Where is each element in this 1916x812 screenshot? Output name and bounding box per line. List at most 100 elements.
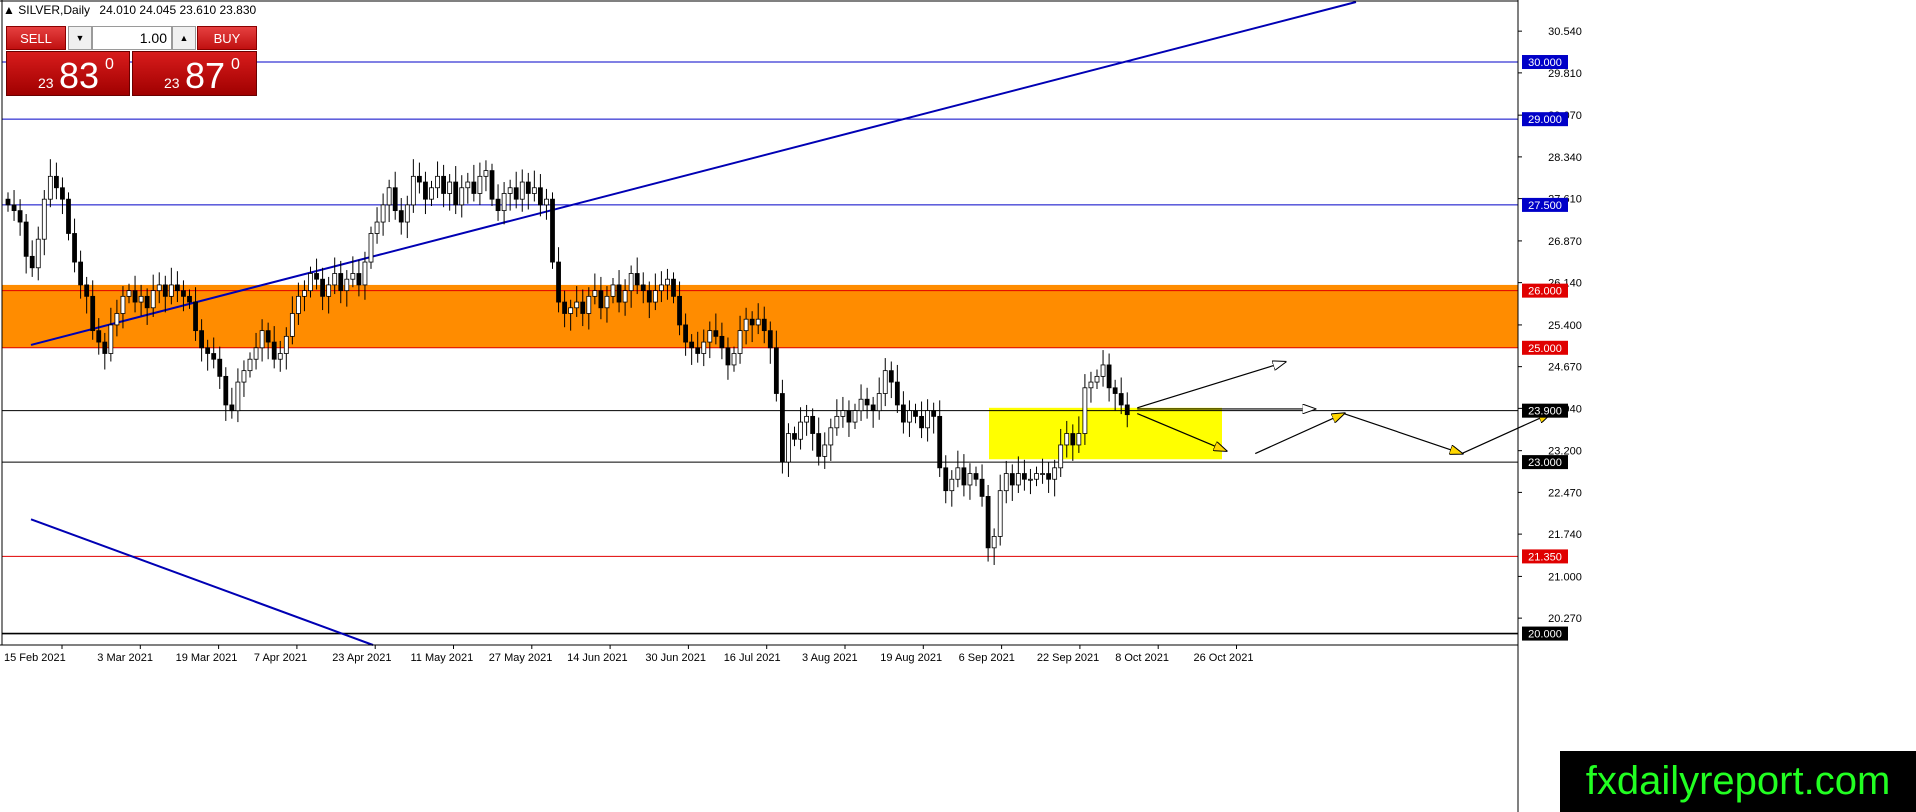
window-menu-icon[interactable]: ▲	[3, 3, 15, 17]
projection-arrow-6[interactable]	[1461, 414, 1551, 455]
bull-candle	[586, 295, 592, 314]
bull-candle	[1052, 467, 1058, 480]
bear-candle	[931, 410, 937, 417]
buy-price-display[interactable]: 23 87 0	[132, 51, 257, 96]
bull-candle	[701, 341, 707, 354]
bull-candle	[743, 318, 749, 332]
triangle-up-icon: ▲	[179, 33, 189, 43]
price-chart[interactable]: 30.54029.81029.07028.34027.61026.87026.1…	[0, 0, 1916, 812]
bull-candle	[477, 175, 483, 194]
bear-candle	[96, 330, 102, 343]
date-tick-label: 19 Mar 2021	[176, 652, 238, 664]
bull-candle	[1003, 473, 1009, 492]
bull-candle	[277, 353, 283, 360]
bear-candle	[780, 393, 785, 463]
level-label: 25.000	[1528, 343, 1562, 355]
bull-candle	[786, 433, 791, 463]
bear-candle	[525, 181, 531, 194]
projection-arrow-5[interactable]	[1343, 412, 1462, 454]
bear-candle	[761, 318, 767, 332]
price-tick-label: 28.340	[1548, 152, 1582, 164]
bear-candle	[54, 175, 59, 189]
sell-button[interactable]: SELL	[6, 26, 66, 50]
price-tick-label: 25.400	[1548, 320, 1582, 332]
bull-candle	[35, 238, 41, 269]
bull-candle	[259, 330, 265, 349]
date-tick-label: 22 Sep 2021	[1037, 652, 1099, 664]
bear-candle	[11, 204, 17, 212]
bull-candle	[350, 273, 356, 280]
consolidation-zone[interactable]	[989, 407, 1222, 460]
bear-candle	[598, 290, 604, 309]
date-tick-label: 3 Mar 2021	[97, 652, 153, 664]
bull-candle	[1034, 473, 1039, 480]
bear-candle	[677, 295, 682, 326]
bull-candle	[150, 290, 156, 309]
sell-price-display[interactable]: 23 83 0	[6, 51, 130, 96]
bull-candle	[519, 181, 525, 200]
bear-candle	[23, 221, 29, 257]
lot-increase-button[interactable]: ▲	[172, 26, 196, 50]
bull-candle	[755, 318, 761, 326]
bear-candle	[550, 198, 555, 263]
bear-candle	[217, 358, 223, 377]
sell-price-sup: 0	[105, 56, 114, 73]
bear-candle	[671, 278, 676, 297]
level-label: 26.000	[1528, 286, 1562, 298]
bull-candle	[882, 370, 888, 394]
level-label: 20.000	[1528, 629, 1562, 641]
bear-candle	[937, 415, 943, 469]
bull-candle	[374, 221, 380, 234]
bull-candle	[507, 187, 513, 194]
trendline-2[interactable]	[30, 518, 374, 646]
date-tick-label: 11 May 2021	[411, 652, 474, 664]
bull-candle	[156, 284, 162, 292]
bear-candle	[181, 290, 186, 297]
bear-candle	[72, 233, 77, 263]
projection-arrow-1[interactable]	[1137, 362, 1285, 409]
price-tick-label: 22.470	[1548, 487, 1582, 499]
bear-candle	[392, 187, 398, 212]
bull-candle	[362, 261, 368, 286]
horizontal-levels[interactable]	[2, 61, 1518, 635]
date-tick-label: 23 Apr 2021	[332, 652, 391, 664]
bull-candle	[531, 187, 537, 194]
bull-candle	[344, 278, 350, 292]
bear-candle	[144, 295, 150, 309]
bear-candle	[864, 398, 870, 406]
bear-candle	[979, 478, 985, 497]
lot-decrease-button[interactable]: ▼	[68, 26, 92, 50]
bull-candle	[604, 295, 610, 309]
bull-candle	[592, 290, 598, 297]
bull-candle	[1076, 433, 1082, 446]
bear-candle	[102, 341, 108, 354]
bear-candle	[913, 410, 918, 417]
bull-candle	[1100, 364, 1106, 377]
bull-candle	[41, 198, 47, 240]
bear-candle	[223, 375, 229, 406]
bull-candle	[731, 353, 737, 366]
bear-candle	[338, 273, 344, 292]
bull-candle	[459, 187, 465, 206]
bear-candle	[616, 284, 622, 303]
date-tick-label: 30 Jun 2021	[645, 652, 706, 664]
bull-candle	[907, 410, 912, 423]
bull-candle	[501, 193, 507, 212]
bear-candle	[640, 284, 646, 292]
projection-arrow-4[interactable]	[1255, 414, 1344, 455]
lot-size-input[interactable]	[92, 26, 172, 50]
bull-candle	[168, 284, 174, 297]
bull-candle	[302, 290, 307, 297]
price-tick-label: 21.740	[1548, 529, 1582, 541]
bear-candle	[17, 210, 23, 223]
bull-candle	[628, 273, 634, 292]
date-tick-label: 6 Sep 2021	[959, 652, 1015, 664]
bull-candle	[665, 278, 670, 286]
bear-candle	[29, 255, 35, 269]
bull-candle	[410, 175, 416, 206]
level-label: 23.000	[1528, 457, 1562, 469]
buy-button[interactable]: BUY	[197, 26, 257, 50]
bear-candle	[943, 467, 949, 492]
bull-candle	[707, 330, 713, 343]
bear-candle	[894, 381, 900, 406]
